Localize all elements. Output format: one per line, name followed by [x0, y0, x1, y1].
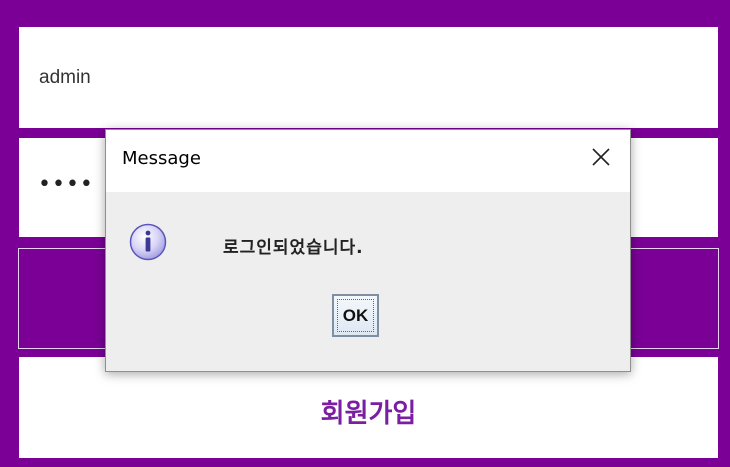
- close-icon[interactable]: [590, 146, 612, 168]
- signup-button[interactable]: 회원가입: [19, 357, 718, 458]
- dialog-title: Message: [122, 148, 201, 169]
- username-value: admin: [39, 67, 91, 88]
- dialog-message: 로그인되었습니다.: [223, 238, 364, 258]
- information-icon: [129, 223, 167, 261]
- ok-button-label: OK: [342, 306, 369, 325]
- password-value: ••••: [38, 172, 94, 197]
- username-field[interactable]: admin: [19, 27, 718, 128]
- message-dialog: Message 로그인되었습니다. OK: [105, 129, 631, 372]
- login-window: admin •••• 회원가입 Message 로그인되었습니다. OK: [0, 0, 730, 467]
- signup-button-label: 회원가입: [320, 399, 417, 429]
- dialog-titlebar[interactable]: Message: [106, 130, 630, 192]
- ok-button[interactable]: OK: [332, 294, 379, 337]
